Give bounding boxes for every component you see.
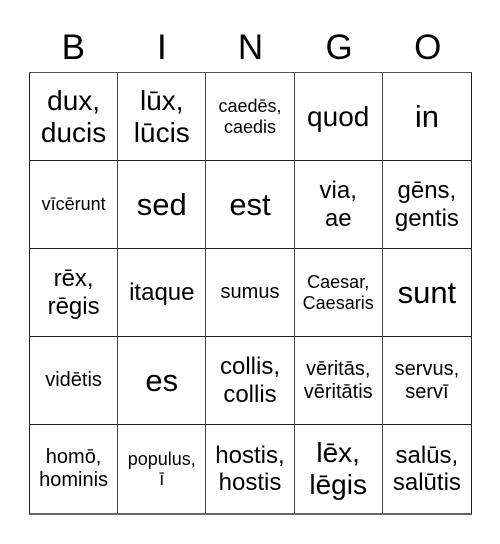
bingo-cell[interactable]: dux, ducis xyxy=(30,73,119,161)
cell-text: hostis, hostis xyxy=(215,441,285,496)
bingo-cell[interactable]: quod xyxy=(294,73,383,161)
header-letter-o: O xyxy=(414,28,442,67)
cell-text: sunt xyxy=(397,274,457,310)
cell-text: vēritās, vēritātis xyxy=(303,357,373,403)
bingo-cell[interactable]: gēns, gentis xyxy=(382,161,471,249)
bingo-header: B I N G O xyxy=(29,24,472,72)
bingo-cell[interactable]: vīcērunt xyxy=(30,161,119,249)
bingo-board: dux, ducis lūx, lūcis caedēs, caedis quo… xyxy=(29,72,472,515)
cell-text: Caesar, Caesaris xyxy=(302,272,374,313)
bingo-cell[interactable]: Caesar, Caesaris xyxy=(294,249,383,337)
bingo-cell[interactable]: collis, collis xyxy=(206,337,295,425)
bingo-cell[interactable]: homō, hominis xyxy=(30,425,119,513)
bingo-cell[interactable]: sunt xyxy=(382,249,471,337)
header-letter-n: N xyxy=(237,28,264,67)
bingo-cell[interactable]: servus, servī xyxy=(382,337,471,425)
cell-text: sed xyxy=(136,186,187,222)
cell-text: caedēs, caedis xyxy=(218,96,282,137)
header-letter-b: B xyxy=(61,28,85,67)
bingo-cell[interactable]: lēx, lēgis xyxy=(295,425,383,513)
bingo-cell[interactable]: via, ae xyxy=(294,161,383,249)
bingo-cell[interactable]: in xyxy=(382,73,471,161)
bingo-cell[interactable]: sumus xyxy=(206,249,295,337)
cell-text: rēx, rēgis xyxy=(47,265,100,320)
cell-text: sumus xyxy=(220,281,280,304)
cell-text: quod xyxy=(307,100,370,132)
header-letter-i: I xyxy=(157,28,167,67)
cell-text: lēx, lēgis xyxy=(309,437,367,500)
cell-text: via, ae xyxy=(319,177,357,232)
bingo-cell[interactable]: lūx, lūcis xyxy=(118,73,207,161)
bingo-cell[interactable]: sed xyxy=(118,161,207,249)
cell-text: gēns, gentis xyxy=(394,177,459,232)
bingo-cell[interactable]: populus, ī xyxy=(118,425,207,513)
bingo-cell[interactable]: vidētis xyxy=(30,337,119,425)
cell-text: es xyxy=(145,362,179,398)
bingo-cell[interactable]: caedēs, caedis xyxy=(206,73,295,161)
bingo-cell[interactable]: vēritās, vēritātis xyxy=(294,337,383,425)
cell-text: homō, hominis xyxy=(39,446,109,491)
cell-text: in xyxy=(414,98,439,134)
bingo-cell[interactable]: rēx, rēgis xyxy=(30,249,119,337)
cell-text: dux, ducis xyxy=(40,84,107,148)
bingo-cell[interactable]: hostis, hostis xyxy=(206,425,295,513)
cell-text: populus, ī xyxy=(127,448,196,489)
cell-text: salūs, salūtis xyxy=(392,441,461,496)
cell-text: collis, collis xyxy=(219,353,280,408)
header-letter-g: G xyxy=(325,28,353,67)
cell-text: vīcērunt xyxy=(41,194,106,215)
cell-text: est xyxy=(229,186,271,222)
bingo-cell[interactable]: est xyxy=(206,161,295,249)
cell-text: vidētis xyxy=(45,369,102,392)
bingo-cell[interactable]: es xyxy=(118,337,207,425)
bingo-cell[interactable]: salūs, salūtis xyxy=(383,425,471,513)
cell-text: servus, servī xyxy=(394,357,460,403)
cell-text: itaque xyxy=(129,278,195,306)
bingo-cell[interactable]: itaque xyxy=(118,249,207,337)
cell-text: lūx, lūcis xyxy=(133,84,190,148)
